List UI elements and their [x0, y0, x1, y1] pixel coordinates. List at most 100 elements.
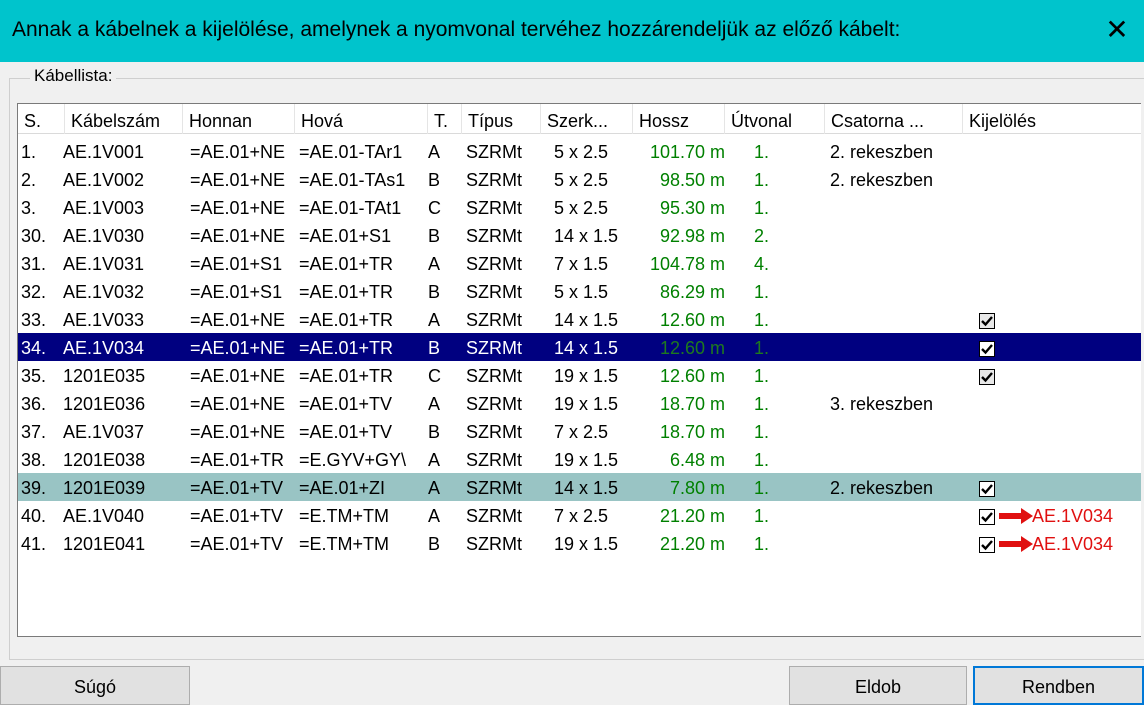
channel-cell: [830, 193, 965, 221]
to-cell: =AE.01+TV: [299, 394, 393, 414]
select-checkbox[interactable]: [979, 341, 995, 357]
select-checkbox[interactable]: [979, 369, 995, 385]
channel-cell: [830, 361, 965, 389]
route-cell: 1.: [754, 142, 770, 162]
table-row[interactable]: 40. AE.1V040 =AE.01+TV =E.TM+TM A SZRMt 7 x 2.…: [18, 501, 1141, 529]
type-cell: SZRMt: [466, 170, 522, 190]
row-index: 32.: [21, 282, 47, 302]
header-col-channel[interactable]: Csatorna ...: [825, 104, 963, 134]
type-cell: SZRMt: [466, 142, 522, 162]
channel-cell: [830, 529, 965, 557]
discard-button[interactable]: Eldob: [789, 666, 967, 705]
type-cell: SZRMt: [466, 338, 522, 358]
t-cell: A: [428, 254, 441, 274]
type-cell: SZRMt: [466, 310, 522, 330]
type-cell: SZRMt: [466, 478, 522, 498]
from-cell: =AE.01+NE: [190, 226, 286, 246]
select-checkbox[interactable]: [979, 509, 995, 525]
table-row[interactable]: 32. AE.1V032 =AE.01+S1 =AE.01+TR B SZRMt 5 x 1…: [18, 277, 1141, 305]
select-checkbox[interactable]: [979, 313, 995, 329]
help-button[interactable]: Súgó: [0, 666, 190, 705]
type-cell: SZRMt: [466, 226, 522, 246]
header-col-length[interactable]: Hossz: [633, 104, 725, 134]
route-cell: 1.: [754, 534, 770, 554]
to-cell: =AE.01+TR: [299, 310, 394, 330]
struct-cell: 5 x 1.5: [554, 282, 609, 302]
struct-cell: 19 x 1.5: [554, 534, 619, 554]
link-arrow-icon: [999, 508, 1033, 529]
close-icon[interactable]: ✕: [1102, 15, 1132, 45]
header-col-t[interactable]: T.: [428, 104, 462, 134]
struct-cell: 19 x 1.5: [554, 450, 619, 470]
select-checkbox[interactable]: [979, 481, 995, 497]
table-row[interactable]: 3. AE.1V003 =AE.01+NE =AE.01-TAt1 C SZRMt 5 x …: [18, 193, 1141, 221]
struct-cell: 14 x 1.5: [554, 338, 619, 358]
ok-button[interactable]: Rendben: [973, 666, 1144, 705]
type-cell: SZRMt: [466, 282, 522, 302]
type-cell: SZRMt: [466, 422, 522, 442]
table-row[interactable]: 30. AE.1V030 =AE.01+NE =AE.01+S1 B SZRMt 14 x …: [18, 221, 1141, 249]
length-cell: 12.60 m: [659, 338, 725, 358]
from-cell: =AE.01+NE: [190, 310, 286, 330]
table-row[interactable]: 1. AE.1V001 =AE.01+NE =AE.01-TAr1 A SZRMt 5 x …: [18, 137, 1141, 165]
header-col-to[interactable]: Hová: [295, 104, 428, 134]
table-row[interactable]: 41. 1201E041 =AE.01+TV =E.TM+TM B SZRMt 19 x 1…: [18, 529, 1141, 557]
cable-number: AE.1V037: [63, 422, 145, 442]
t-cell: B: [428, 170, 441, 190]
length-cell: 86.29 m: [659, 282, 725, 302]
row-index: 33.: [21, 310, 47, 330]
to-cell: =AE.01+TR: [299, 254, 394, 274]
channel-cell: [830, 221, 965, 249]
cable-number: AE.1V003: [63, 198, 145, 218]
row-index: 37.: [21, 422, 47, 442]
table-row[interactable]: 2. AE.1V002 =AE.01+NE =AE.01-TAs1 B SZRMt 5 x …: [18, 165, 1141, 193]
to-cell: =E.TM+TM: [299, 506, 390, 526]
from-cell: =AE.01+TV: [190, 534, 284, 554]
route-cell: 1.: [754, 478, 770, 498]
to-cell: =E.GYV+GY\: [299, 450, 407, 470]
channel-cell: [830, 277, 965, 305]
length-cell: 7.80 m: [669, 478, 725, 498]
header-col-s[interactable]: S.: [18, 104, 65, 134]
t-cell: A: [428, 142, 441, 162]
table-row[interactable]: 39. 1201E039 =AE.01+TV =AE.01+ZI A SZRMt 14 x …: [18, 473, 1141, 501]
length-cell: 12.60 m: [659, 310, 725, 330]
route-cell: 1.: [754, 422, 770, 442]
header-col-struct[interactable]: Szerk...: [541, 104, 633, 134]
from-cell: =AE.01+TV: [190, 506, 284, 526]
cable-list-view[interactable]: S. Kábelszám Honnan Hová T. Típus Szerk... Hoss…: [17, 103, 1141, 637]
to-cell: =AE.01-TAr1: [299, 142, 403, 162]
table-row[interactable]: 35. 1201E035 =AE.01+NE =AE.01+TR C SZRMt 19 x …: [18, 361, 1141, 389]
to-cell: =AE.01+TR: [299, 282, 394, 302]
row-index: 41.: [21, 534, 47, 554]
cable-number: AE.1V031: [63, 254, 145, 274]
header-col-cable-number[interactable]: Kábelszám: [65, 104, 183, 134]
header-col-from[interactable]: Honnan: [183, 104, 295, 134]
from-cell: =AE.01+S1: [190, 254, 283, 274]
cable-number: AE.1V032: [63, 282, 145, 302]
route-cell: 1.: [754, 198, 770, 218]
select-checkbox[interactable]: [979, 537, 995, 553]
list-header: S. Kábelszám Honnan Hová T. Típus Szerk... Hoss…: [18, 104, 1141, 134]
title-bar: Annak a kábelnek a kijelölése, amelynek …: [0, 0, 1144, 62]
row-index: 36.: [21, 394, 47, 414]
from-cell: =AE.01+S1: [190, 282, 283, 302]
window-title: Annak a kábelnek a kijelölése, amelynek …: [12, 18, 901, 41]
table-row[interactable]: 37. AE.1V037 =AE.01+NE =AE.01+TV B SZRMt 7 x 2…: [18, 417, 1141, 445]
to-cell: =AE.01+ZI: [299, 478, 386, 498]
to-cell: =AE.01+S1: [299, 226, 392, 246]
header-col-type[interactable]: Típus: [462, 104, 541, 134]
table-row[interactable]: 34. AE.1V034 =AE.01+NE =AE.01+TR B SZRMt 14 x …: [18, 333, 1141, 361]
table-row[interactable]: 31. AE.1V031 =AE.01+S1 =AE.01+TR A SZRMt 7 x 1…: [18, 249, 1141, 277]
t-cell: A: [428, 478, 441, 498]
from-cell: =AE.01+NE: [190, 338, 286, 358]
group-label: Kábellista:: [30, 66, 117, 86]
table-row[interactable]: 36. 1201E036 =AE.01+NE =AE.01+TV A SZRMt 19 x …: [18, 389, 1141, 417]
row-index: 30.: [21, 226, 47, 246]
table-row[interactable]: 38. 1201E038 =AE.01+TR =E.GYV+GY\ A SZRMt 19 x…: [18, 445, 1141, 473]
header-col-select[interactable]: Kijelölés: [963, 104, 1141, 134]
table-row[interactable]: 33. AE.1V033 =AE.01+NE =AE.01+TR A SZRMt 14 x …: [18, 305, 1141, 333]
t-cell: A: [428, 450, 441, 470]
header-col-route[interactable]: Útvonal: [725, 104, 825, 134]
length-cell: 101.70 m: [649, 142, 725, 162]
